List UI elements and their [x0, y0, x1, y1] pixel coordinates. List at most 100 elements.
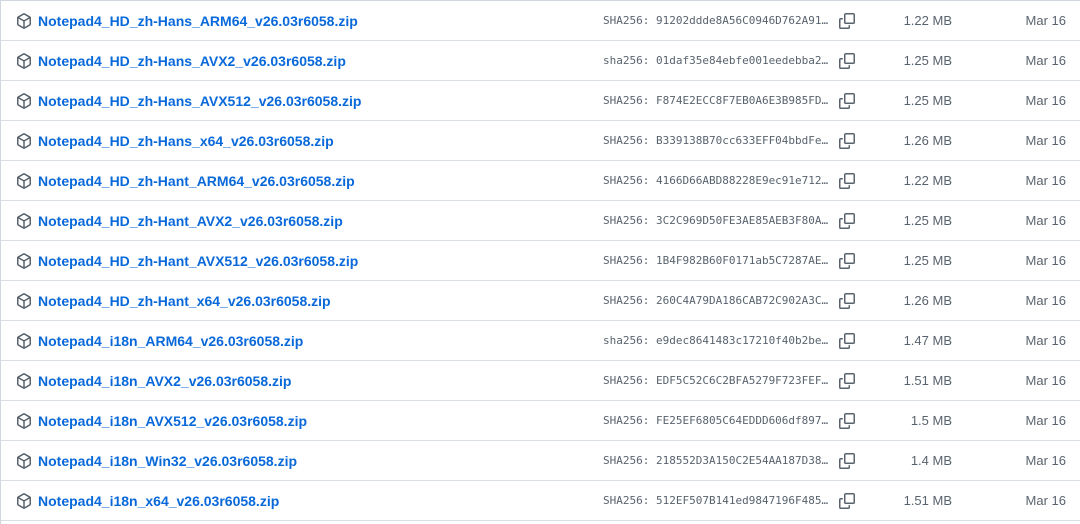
asset-size: 1.5 MB	[910, 413, 952, 428]
asset-date: Mar 16	[1025, 173, 1066, 188]
asset-date: Mar 16	[1025, 333, 1066, 348]
asset-row: Notepad4_i18n_AVX2_v26.03r6058.zip SHA25…	[1, 361, 1080, 401]
asset-download-link[interactable]: Notepad4_HD_zh-Hans_AVX2_v26.03r6058.zip	[38, 52, 346, 70]
asset-row: Notepad4_i18n_AVX512_v26.03r6058.zip SHA…	[1, 401, 1080, 441]
asset-size: 1.26 MB	[903, 293, 952, 308]
asset-row: Notepad4_i18n_Win32_v26.03r6058.zip SHA2…	[1, 441, 1080, 481]
asset-download-link[interactable]: Notepad4_HD_zh-Hans_ARM64_v26.03r6058.zi…	[38, 12, 358, 30]
asset-row: Notepad4_HD_zh-Hant_ARM64_v26.03r6058.zi…	[1, 161, 1080, 201]
package-icon	[16, 333, 32, 349]
copy-sha-button[interactable]	[837, 131, 857, 151]
asset-download-link[interactable]: Notepad4_i18n_x64_v26.03r6058.zip	[38, 492, 279, 510]
asset-size: 1.25 MB	[903, 253, 952, 268]
copy-sha-button[interactable]	[837, 411, 857, 431]
asset-row: Notepad4_HD_zh-Hant_AVX512_v26.03r6058.z…	[1, 241, 1080, 281]
asset-date: Mar 16	[1025, 13, 1066, 28]
asset-date: Mar 16	[1025, 413, 1066, 428]
asset-sha256: sha256: 01daf35e84ebfe001eedebba25a9…	[603, 54, 829, 67]
copy-icon	[839, 133, 855, 149]
copy-sha-button[interactable]	[837, 11, 857, 31]
asset-date: Mar 16	[1025, 53, 1066, 68]
asset-size: 1.22 MB	[903, 13, 952, 28]
asset-row: Notepad4_HD_zh-Hant_x64_v26.03r6058.zip …	[1, 281, 1080, 321]
asset-size: 1.26 MB	[903, 133, 952, 148]
copy-sha-button[interactable]	[837, 251, 857, 271]
asset-row: Notepad4_HD_zh-Hans_x64_v26.03r6058.zip …	[1, 121, 1080, 161]
asset-size: 1.22 MB	[903, 173, 952, 188]
asset-size: 1.25 MB	[903, 93, 952, 108]
asset-date: Mar 16	[1025, 213, 1066, 228]
package-icon	[16, 373, 32, 389]
asset-row: Notepad4_i18n_x64_v26.03r6058.zip SHA256…	[1, 481, 1080, 521]
asset-row: Notepad4_HD_zh-Hant_AVX2_v26.03r6058.zip…	[1, 201, 1080, 241]
asset-sha256: SHA256: FE25EF6805C64EDDD606df8976CB…	[603, 414, 829, 427]
copy-icon	[839, 213, 855, 229]
asset-row: Notepad4_HD_zh-Hans_AVX2_v26.03r6058.zip…	[1, 41, 1080, 81]
package-icon	[16, 253, 32, 269]
copy-icon	[839, 413, 855, 429]
asset-download-link[interactable]: Notepad4_HD_zh-Hans_AVX512_v26.03r6058.z…	[38, 92, 361, 110]
copy-sha-button[interactable]	[837, 211, 857, 231]
asset-row: Notepad4_i18n_ARM64_v26.03r6058.zip sha2…	[1, 321, 1080, 361]
asset-download-link[interactable]: Notepad4_HD_zh-Hans_x64_v26.03r6058.zip	[38, 132, 334, 150]
asset-sha256: SHA256: 260C4A79DA186CAB72C902A3C82D…	[603, 294, 829, 307]
asset-sha256: SHA256: B339138B70cc633EFF04bbdFe3BD…	[603, 134, 829, 147]
copy-icon	[839, 13, 855, 29]
asset-date: Mar 16	[1025, 373, 1066, 388]
asset-download-link[interactable]: Notepad4_i18n_AVX2_v26.03r6058.zip	[38, 372, 291, 390]
copy-icon	[839, 173, 855, 189]
package-icon	[16, 13, 32, 29]
asset-download-link[interactable]: Notepad4_HD_zh-Hant_AVX2_v26.03r6058.zip	[38, 212, 343, 230]
asset-download-link[interactable]: Notepad4_HD_zh-Hant_AVX512_v26.03r6058.z…	[38, 252, 358, 270]
asset-date: Mar 16	[1025, 133, 1066, 148]
asset-sha256: SHA256: F874E2ECC8F7EB0A6E3B985FD971…	[603, 94, 829, 107]
copy-sha-button[interactable]	[837, 451, 857, 471]
copy-icon	[839, 333, 855, 349]
asset-date: Mar 16	[1025, 493, 1066, 508]
asset-size: 1.51 MB	[903, 493, 952, 508]
package-icon	[16, 173, 32, 189]
package-icon	[16, 53, 32, 69]
asset-download-link[interactable]: Notepad4_HD_zh-Hant_x64_v26.03r6058.zip	[38, 292, 331, 310]
asset-size: 1.4 MB	[910, 453, 952, 468]
asset-sha256: SHA256: 1B4F982B60F0171ab5C7287AEC9B…	[603, 254, 829, 267]
asset-download-link[interactable]: Notepad4_HD_zh-Hant_ARM64_v26.03r6058.zi…	[38, 172, 355, 190]
asset-size: 1.47 MB	[903, 333, 952, 348]
package-icon	[16, 493, 32, 509]
asset-sha256: SHA256: EDF5C52C6C2BFA5279F723FEFCB4…	[603, 374, 829, 387]
copy-icon	[839, 53, 855, 69]
asset-date: Mar 16	[1025, 93, 1066, 108]
asset-sha256: SHA256: 218552D3A150C2E54AA187D382AD…	[603, 454, 829, 467]
asset-sha256: SHA256: 3C2C969D50FE3AE85AEB3F80A16E…	[603, 214, 829, 227]
asset-row: Notepad4_HD_zh-Hans_AVX512_v26.03r6058.z…	[1, 81, 1080, 121]
copy-sha-button[interactable]	[837, 51, 857, 71]
asset-row: Notepad4_HD_zh-Hans_ARM64_v26.03r6058.zi…	[1, 1, 1080, 41]
copy-icon	[839, 293, 855, 309]
copy-sha-button[interactable]	[837, 171, 857, 191]
asset-date: Mar 16	[1025, 253, 1066, 268]
asset-download-link[interactable]: Notepad4_i18n_ARM64_v26.03r6058.zip	[38, 332, 303, 350]
release-assets-list: Notepad4_HD_zh-Hans_ARM64_v26.03r6058.zi…	[0, 0, 1080, 524]
asset-date: Mar 16	[1025, 453, 1066, 468]
copy-sha-button[interactable]	[837, 491, 857, 511]
package-icon	[16, 213, 32, 229]
copy-icon	[839, 373, 855, 389]
copy-sha-button[interactable]	[837, 331, 857, 351]
asset-download-link[interactable]: Notepad4_i18n_AVX512_v26.03r6058.zip	[38, 412, 307, 430]
copy-sha-button[interactable]	[837, 291, 857, 311]
copy-icon	[839, 493, 855, 509]
asset-sha256: SHA256: 512EF507B141ed9847196F4855bb…	[603, 494, 829, 507]
copy-icon	[839, 453, 855, 469]
asset-download-link[interactable]: Notepad4_i18n_Win32_v26.03r6058.zip	[38, 452, 297, 470]
copy-sha-button[interactable]	[837, 91, 857, 111]
copy-icon	[839, 253, 855, 269]
asset-size: 1.25 MB	[903, 213, 952, 228]
asset-date: Mar 16	[1025, 293, 1066, 308]
asset-sha256: SHA256: 4166D66ABD88228E9ec91e712b87…	[603, 174, 829, 187]
package-icon	[16, 133, 32, 149]
copy-sha-button[interactable]	[837, 371, 857, 391]
package-icon	[16, 413, 32, 429]
asset-size: 1.25 MB	[903, 53, 952, 68]
asset-sha256: SHA256: 91202ddde8A56C0946D762A91274…	[603, 14, 829, 27]
copy-icon	[839, 93, 855, 109]
